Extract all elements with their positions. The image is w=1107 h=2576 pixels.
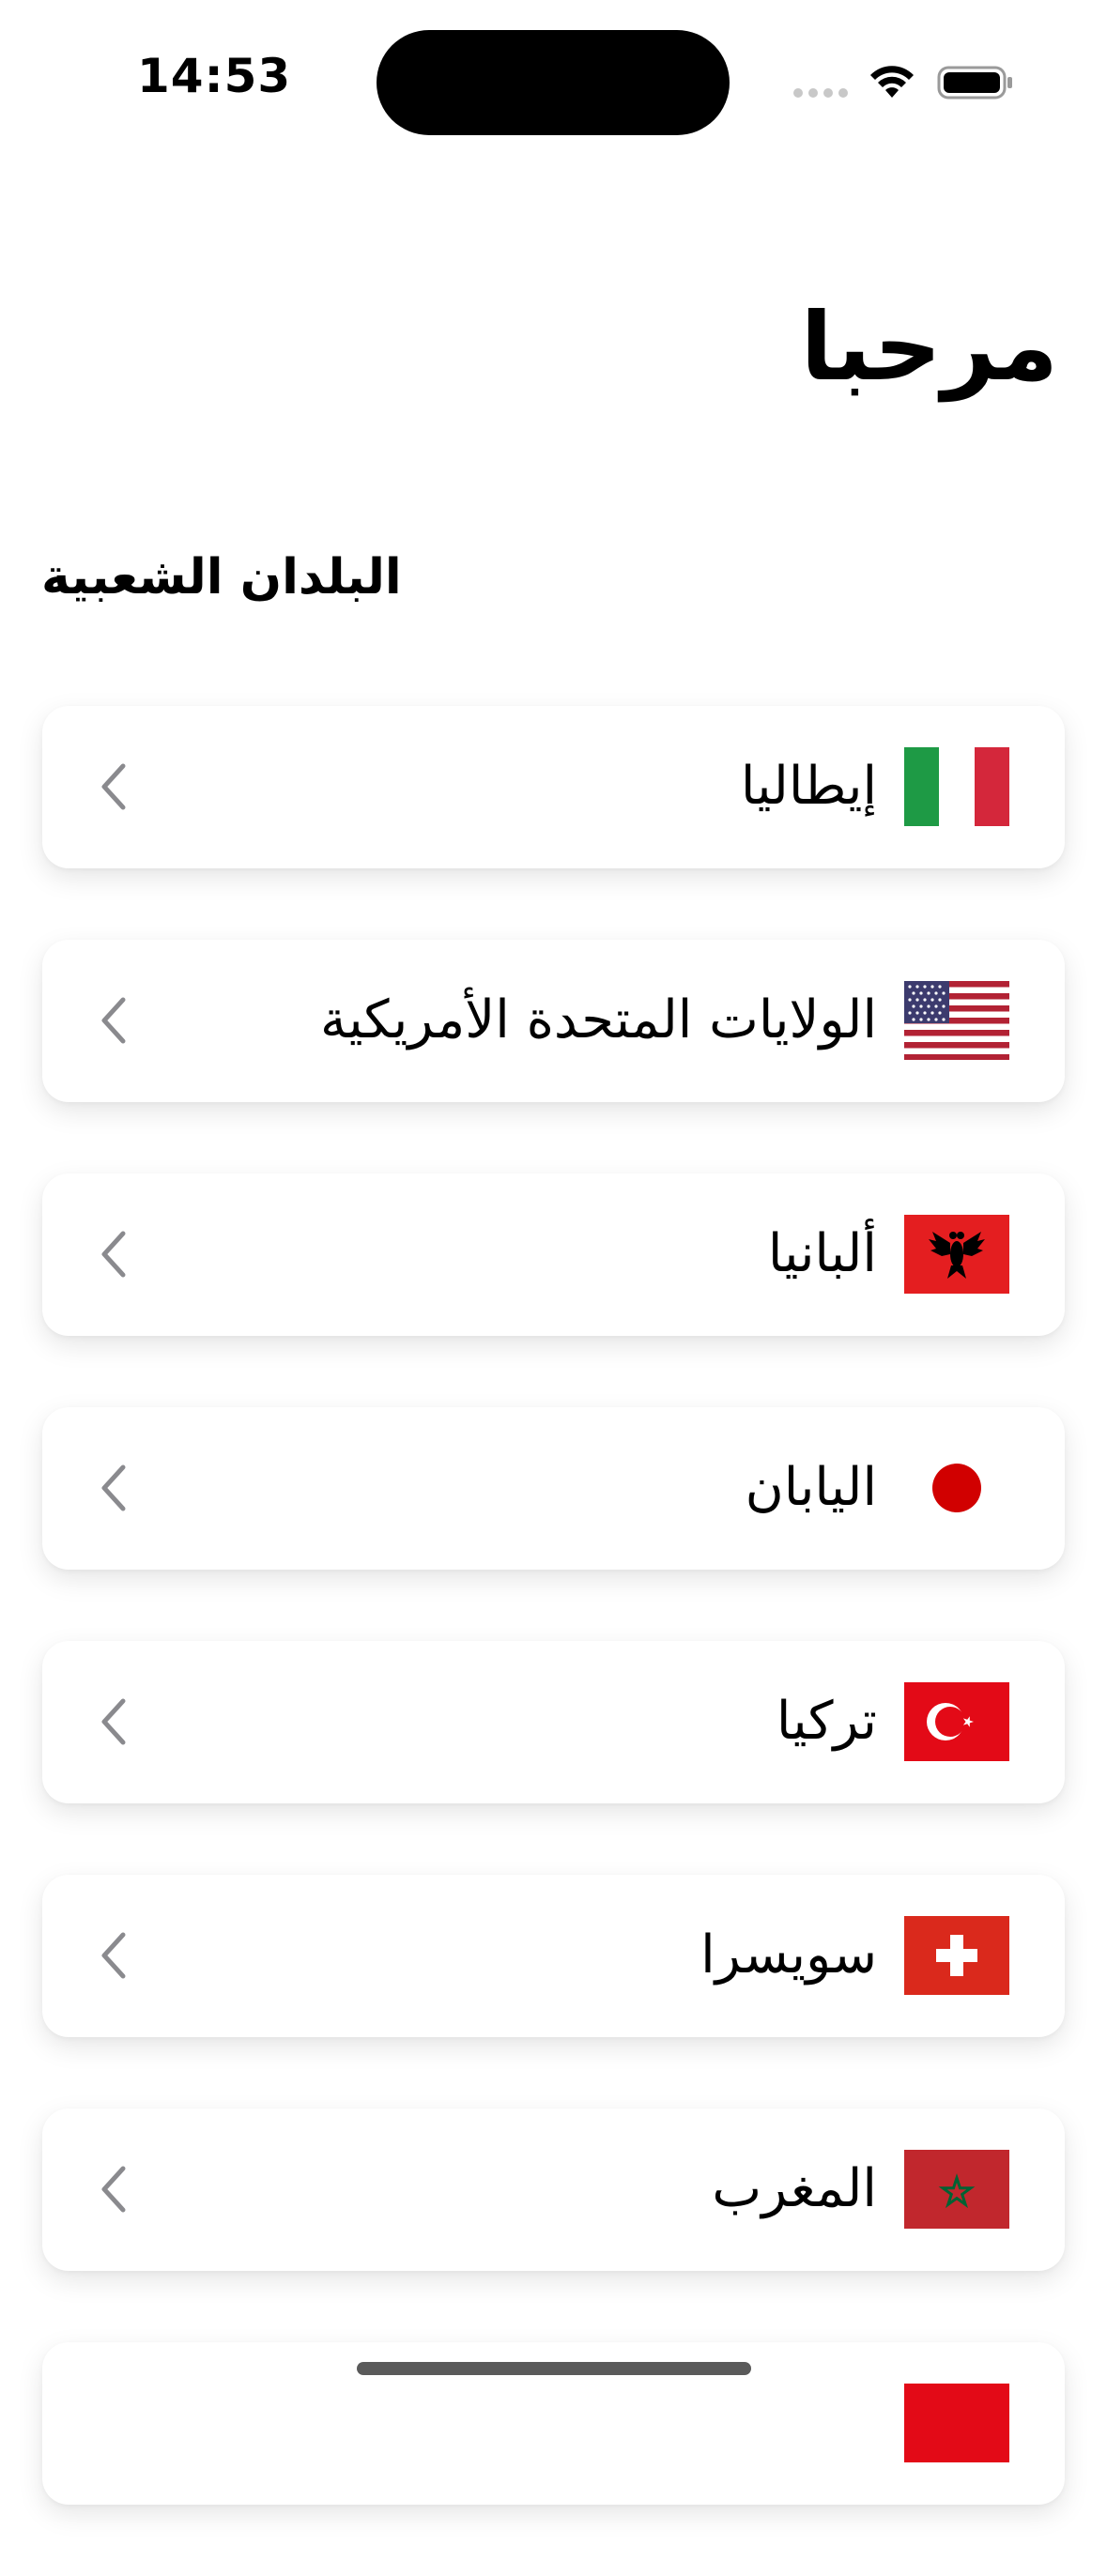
country-row-usa[interactable]: الولايات المتحدة الأمريكية: [42, 940, 1065, 1102]
section-title: البلدان الشعبية: [41, 549, 402, 606]
chevron-left-icon: [101, 2166, 126, 2213]
battery-icon: [937, 66, 1012, 100]
country-row-switzerland[interactable]: سويسرا: [42, 1875, 1065, 2037]
country-name: سويسرا: [700, 1924, 877, 1986]
dynamic-island: [377, 30, 730, 135]
country-list: إيطاليا الولايات المتحدة الأمريكية ألبان…: [42, 706, 1065, 2576]
chevron-left-icon: [101, 1231, 126, 1278]
country-name: المغرب: [712, 2158, 877, 2219]
status-bar: 14:53: [0, 0, 1107, 160]
country-name: الولايات المتحدة الأمريكية: [319, 989, 877, 1050]
cellular-signal-icon: [793, 88, 848, 98]
country-row-italy[interactable]: إيطاليا: [42, 706, 1065, 868]
turkey-flag-icon: [904, 1682, 1009, 1761]
chevron-left-icon: [101, 763, 126, 810]
country-name: اليابان: [745, 1457, 877, 1518]
chevron-left-icon: [101, 997, 126, 1044]
country-name: إيطاليا: [740, 756, 877, 817]
country-row-albania[interactable]: ألبانيا: [42, 1173, 1065, 1336]
switzerland-flag-icon: [904, 1916, 1009, 1995]
country-row-turkey[interactable]: تركيا: [42, 1641, 1065, 1803]
country-row-morocco[interactable]: المغرب: [42, 2108, 1065, 2271]
home-indicator[interactable]: [357, 2362, 751, 2375]
japan-flag-icon: [904, 1449, 1009, 1527]
partial-flag-icon: [904, 2384, 1009, 2462]
chevron-left-icon: [101, 1464, 126, 1511]
country-name: ألبانيا: [767, 1223, 877, 1284]
chevron-left-icon: [101, 1698, 126, 1745]
albania-flag-icon: [904, 1215, 1009, 1294]
status-time: 14:53: [137, 49, 292, 103]
page-title: مرحبا: [800, 292, 1058, 402]
italy-flag-icon: [904, 747, 1009, 826]
usa-flag-icon: [904, 981, 1009, 1060]
country-row-japan[interactable]: اليابان: [42, 1407, 1065, 1570]
wifi-icon: [870, 66, 914, 98]
morocco-flag-icon: [904, 2150, 1009, 2229]
chevron-left-icon: [101, 1932, 126, 1979]
country-name: تركيا: [776, 1691, 877, 1752]
